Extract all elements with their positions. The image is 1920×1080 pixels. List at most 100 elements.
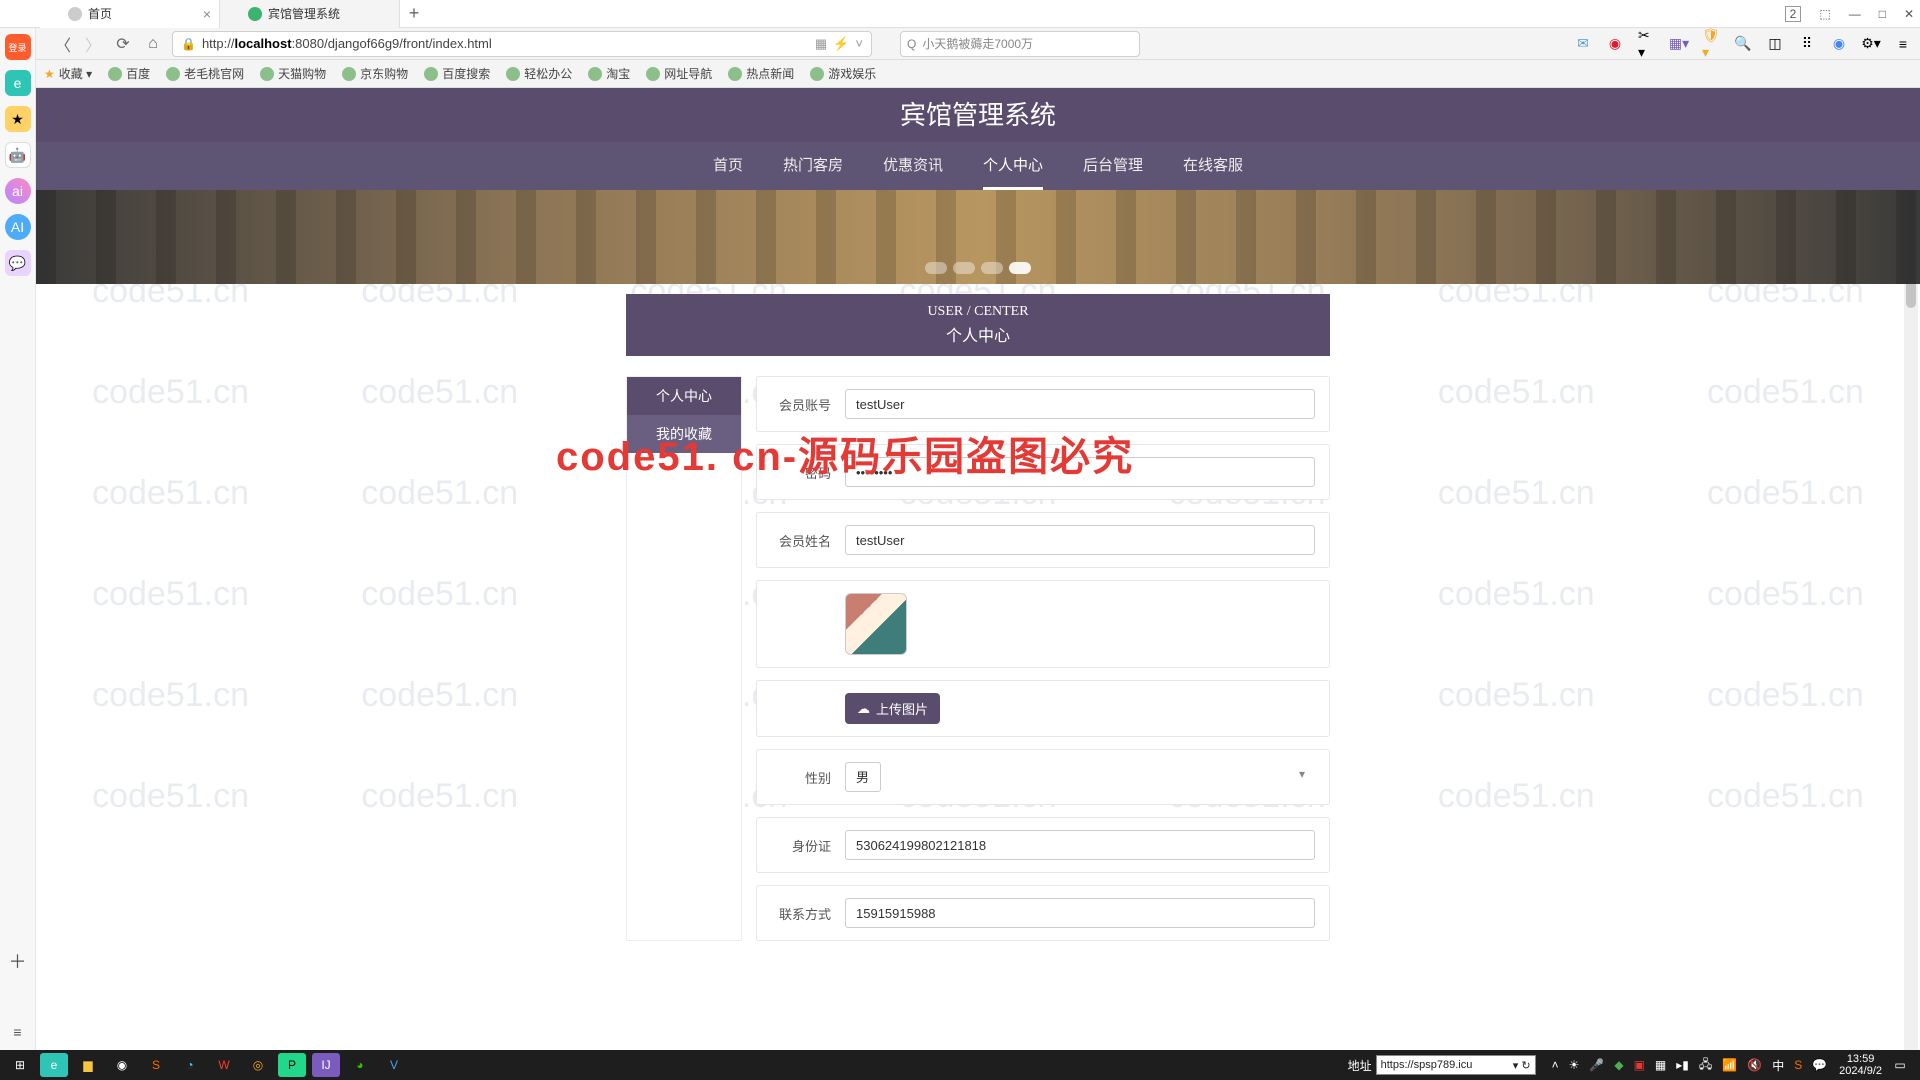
password-input[interactable] xyxy=(845,457,1315,487)
carousel-dots xyxy=(925,262,1031,274)
sidebar-add-icon[interactable]: ＋ xyxy=(9,948,27,974)
puzzle-icon[interactable]: ◫ xyxy=(1766,35,1784,53)
phone-input[interactable] xyxy=(845,898,1315,928)
extensions-icon[interactable]: ⬚ xyxy=(1819,7,1830,21)
id-input[interactable] xyxy=(845,830,1315,860)
task-explorer-icon[interactable]: ▆ xyxy=(74,1053,102,1077)
sidebar-item-favorites[interactable]: 我的收藏 xyxy=(627,415,741,453)
grid-icon[interactable]: ▦▾ xyxy=(1670,35,1688,53)
site-icon xyxy=(260,67,274,81)
tray-desktop-icon[interactable]: ▭ xyxy=(1886,1053,1914,1077)
sidebar-chat-icon[interactable]: 💬 xyxy=(5,250,31,276)
tray-todo-icon[interactable]: ▣ xyxy=(1634,1058,1645,1072)
bookmark-item[interactable]: 淘宝 xyxy=(588,65,630,82)
nav-admin[interactable]: 后台管理 xyxy=(1083,142,1143,190)
search2-icon[interactable]: 🔍 xyxy=(1734,35,1752,53)
bookmark-item[interactable]: 京东购物 xyxy=(342,65,408,82)
bookmark-item[interactable]: 老毛桃官网 xyxy=(166,65,244,82)
bookmark-item[interactable]: 轻松办公 xyxy=(506,65,572,82)
back-button[interactable]: 〈 xyxy=(52,33,74,55)
sidebar-star-icon[interactable]: ★ xyxy=(5,106,31,132)
translate-icon[interactable]: ▦ xyxy=(815,36,827,52)
bookmark-item[interactable]: 百度 xyxy=(108,65,150,82)
account-input[interactable] xyxy=(845,389,1315,419)
dot-active[interactable] xyxy=(1009,262,1031,274)
new-tab-button[interactable]: + xyxy=(400,0,428,28)
task-edge-icon[interactable]: ◔ xyxy=(176,1053,204,1077)
tray-notif-icon[interactable]: 💬 xyxy=(1812,1058,1827,1072)
start-button[interactable]: ⊞ xyxy=(6,1053,34,1077)
clock[interactable]: 13:59 2024/9/2 xyxy=(1839,1053,1882,1077)
task-wps-icon[interactable]: W xyxy=(210,1053,238,1077)
sidebar-login-icon[interactable]: 登录 xyxy=(5,34,31,60)
bookmark-item[interactable]: 游戏娱乐 xyxy=(810,65,876,82)
name-input[interactable] xyxy=(845,525,1315,555)
tray-vol-icon[interactable]: 🔇 xyxy=(1747,1058,1762,1072)
shield2-icon[interactable]: 🛡▾ xyxy=(1702,35,1720,53)
bookmark-item[interactable]: 天猫购物 xyxy=(260,65,326,82)
minimize-button[interactable]: ― xyxy=(1849,7,1861,21)
url-input[interactable]: 🔒 http://localhost:8080/djangof66g9/fron… xyxy=(172,31,872,57)
upload-button[interactable]: ☁ 上传图片 xyxy=(845,693,940,724)
reload-button[interactable]: ⟳ xyxy=(112,33,134,55)
tray-app-icon[interactable]: ▦ xyxy=(1655,1058,1666,1072)
search-input[interactable]: Q 小天鹅被薅走7000万 xyxy=(900,31,1140,57)
task-idea-icon[interactable]: IJ xyxy=(312,1053,340,1077)
sidebar-item-user-center[interactable]: 个人中心 xyxy=(627,377,741,415)
tab-count-badge[interactable]: 2 xyxy=(1785,6,1802,22)
tray-sec-icon[interactable]: ◆ xyxy=(1614,1058,1623,1072)
close-window-button[interactable]: ✕ xyxy=(1904,7,1914,21)
dot[interactable] xyxy=(953,262,975,274)
tray-sogou-icon[interactable]: S xyxy=(1794,1058,1802,1072)
tab-hotel[interactable]: 宾馆管理系统 xyxy=(220,0,400,28)
tray-ime-icon[interactable]: 中 xyxy=(1772,1057,1784,1074)
chrome-icon[interactable]: ◉ xyxy=(1830,35,1848,53)
nav-promo[interactable]: 优惠资讯 xyxy=(883,142,943,190)
weibo-icon[interactable]: ◉ xyxy=(1606,35,1624,53)
menu-icon[interactable]: ≡ xyxy=(1894,35,1912,53)
task-app-icon[interactable]: S xyxy=(142,1053,170,1077)
task-browser-icon[interactable]: e xyxy=(40,1053,68,1077)
tray-net-icon[interactable]: 🖧 xyxy=(1699,1055,1712,1076)
sidebar-bot-icon[interactable]: 🤖 xyxy=(5,142,31,168)
bookmark-fav[interactable]: ★收藏 ▾ xyxy=(44,65,92,82)
tray-up-icon[interactable]: ˄ xyxy=(1552,1058,1559,1072)
tray-weather-icon[interactable]: ☀ xyxy=(1569,1058,1580,1072)
task-app2-icon[interactable]: ◎ xyxy=(244,1053,272,1077)
dot[interactable] xyxy=(981,262,1003,274)
nav-service[interactable]: 在线客服 xyxy=(1183,142,1243,190)
sidebar-ai2-icon[interactable]: AI xyxy=(5,214,31,240)
avatar-image[interactable] xyxy=(845,593,907,655)
sidebar-app-icon[interactable]: e xyxy=(5,70,31,96)
sidebar-menu-icon[interactable]: ≡ xyxy=(13,1024,21,1040)
nav-user-center[interactable]: 个人中心 xyxy=(983,142,1043,190)
dot[interactable] xyxy=(925,262,947,274)
task-wechat-icon[interactable]: ◕ xyxy=(346,1053,374,1077)
mail-icon[interactable]: ✉ xyxy=(1574,35,1592,53)
task-chrome-icon[interactable]: ◉ xyxy=(108,1053,136,1077)
nav-home[interactable]: 首页 xyxy=(713,142,743,190)
bookmark-item[interactable]: 热点新闻 xyxy=(728,65,794,82)
bookmark-item[interactable]: 网址导航 xyxy=(646,65,712,82)
dropdown-icon[interactable]: ˅ xyxy=(855,36,863,51)
banner-carousel[interactable] xyxy=(36,190,1920,284)
apps-icon[interactable]: ⠿ xyxy=(1798,35,1816,53)
gender-select[interactable]: 男 xyxy=(845,762,881,792)
bookmark-item[interactable]: 百度搜索 xyxy=(424,65,490,82)
scissors-icon[interactable]: ✂▾ xyxy=(1638,35,1656,53)
forward-button[interactable]: 〉 xyxy=(82,33,104,55)
shield-icon[interactable]: ⚡ xyxy=(833,36,849,52)
maximize-button[interactable]: □ xyxy=(1879,7,1886,21)
nav-rooms[interactable]: 热门客房 xyxy=(783,142,843,190)
tray-wifi-icon[interactable]: 📶 xyxy=(1722,1058,1737,1072)
task-pycharm-icon[interactable]: P xyxy=(278,1053,306,1077)
sidebar-ai-icon[interactable]: ai xyxy=(5,178,31,204)
close-tab-icon[interactable]: × xyxy=(203,6,211,22)
gear-icon[interactable]: ⚙▾ xyxy=(1862,35,1880,53)
tray-mic-icon[interactable]: 🎤 xyxy=(1589,1058,1604,1072)
task-v-icon[interactable]: V xyxy=(380,1053,408,1077)
taskbar-url-input[interactable]: https://spsp789.icu▾ ↻ xyxy=(1376,1055,1536,1075)
home-button[interactable]: ⌂ xyxy=(142,33,164,55)
tray-play-icon[interactable]: ▸▮ xyxy=(1676,1058,1689,1072)
tab-home[interactable]: 首页 × xyxy=(40,0,220,28)
